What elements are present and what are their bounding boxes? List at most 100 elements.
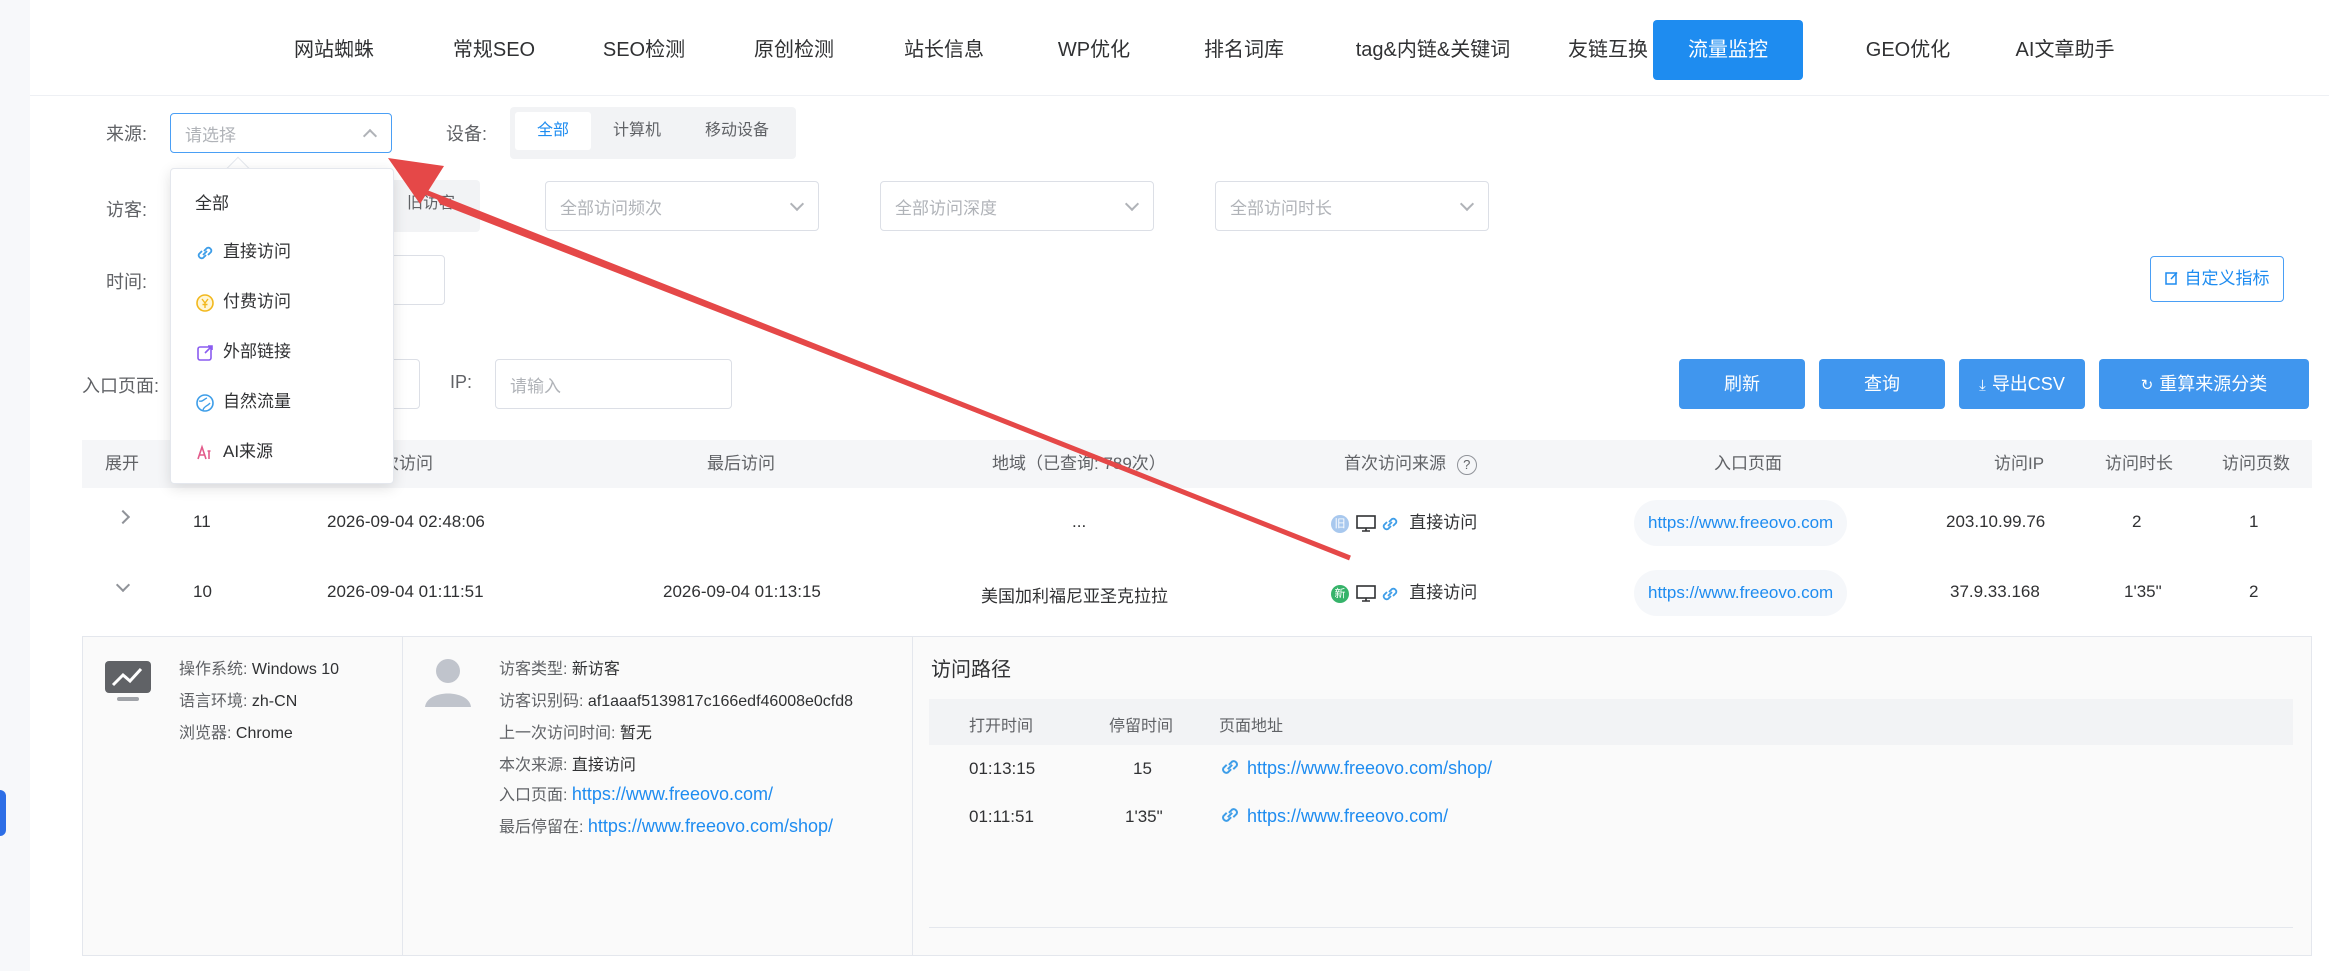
table-header: 展开 次访问 最后访问 地域（已查询: 789次） 首次访问来源 ? 入口页面 … <box>82 440 2312 488</box>
refresh-icon: ↻ <box>2140 377 2154 394</box>
depth-select[interactable]: 全部访问深度 <box>880 181 1154 231</box>
left-sidebar-strip <box>0 0 30 971</box>
entry-page-link[interactable]: https://www.freeovo.com <box>1634 500 1848 546</box>
nav-spider[interactable]: 网站蜘蛛 <box>266 20 402 80</box>
custom-metric-button[interactable]: 自定义指标 <box>2150 256 2284 302</box>
path-stay: 1'35" <box>1125 807 1163 826</box>
query-button[interactable]: 查询 <box>1819 359 1945 409</box>
path-url-link[interactable]: https://www.freeovo.com/ <box>1247 806 1448 827</box>
top-nav: 网站蜘蛛 常规SEO SEO检测 原创检测 站长信息 WP优化 排名词库 tag… <box>30 0 2329 96</box>
help-icon[interactable]: ? <box>1456 454 1477 475</box>
source-select[interactable]: 请选择 <box>170 113 392 153</box>
last-visit-time: 上一次访问时间: 暂无 <box>499 725 652 742</box>
row-region: 美国加利福尼亚圣克拉拉 <box>981 587 1168 606</box>
th-entry-page: 入口页面 <box>1714 454 1782 473</box>
th-first-source-label: 首次访问来源 <box>1344 454 1446 473</box>
row-first-visit: 2026-09-04 02:48:06 <box>327 512 485 531</box>
duration-select[interactable]: 全部访问时长 <box>1215 181 1489 231</box>
nav-rank[interactable]: 排名词库 <box>1176 20 1312 80</box>
detail-entry-link[interactable]: https://www.freeovo.com/ <box>572 784 773 804</box>
chevron-up-icon <box>362 128 378 144</box>
collapse-chevron-icon[interactable] <box>115 577 131 593</box>
entry-page-link[interactable]: https://www.freeovo.com <box>1634 570 1848 616</box>
path-row: 01:13:15 15 https://www.freeovo.com/shop… <box>929 745 2293 793</box>
os-info: 操作系统: Windows 10 <box>179 661 340 678</box>
nav-traffic-monitor[interactable]: 流量监控 <box>1653 20 1803 80</box>
visitor-old[interactable]: 旧访客 <box>387 185 475 223</box>
sidebar-toggle[interactable] <box>0 790 6 836</box>
path-url-link[interactable]: https://www.freeovo.com/shop/ <box>1247 758 1492 779</box>
path-row: 01:11:51 1'35" https://www.freeovo.com/ <box>929 793 2293 841</box>
path-th-open-time: 打开时间 <box>969 718 1034 735</box>
detail-last-stay-link[interactable]: https://www.freeovo.com/shop/ <box>588 816 833 836</box>
device-mobile[interactable]: 移动设备 <box>683 112 791 150</box>
path-divider <box>929 927 2293 928</box>
link-icon <box>197 246 213 259</box>
monitor-icon <box>1355 514 1376 532</box>
th-ip: 访问IP <box>1994 454 2045 473</box>
source-text: 直接访问 <box>1409 583 1478 602</box>
source-label: 来源: <box>106 124 148 144</box>
refresh-button[interactable]: 刷新 <box>1679 359 1805 409</box>
row-ip: 203.10.99.76 <box>1946 512 2046 531</box>
nav-seo-check[interactable]: SEO检测 <box>576 20 712 80</box>
export-label: 导出CSV <box>1991 374 2065 394</box>
dd-item-all[interactable]: 全部 <box>171 181 393 227</box>
device-info-col: 操作系统: Windows 10 语言环境: zh-CN 浏览器: Chrome <box>83 637 403 955</box>
monitor-chart-icon <box>105 661 151 701</box>
nav-geo[interactable]: GEO优化 <box>1840 20 1976 80</box>
monitor-icon <box>1355 584 1376 602</box>
visitor-label: 访客: <box>106 200 148 220</box>
ip-input[interactable]: 请输入 <box>495 359 732 409</box>
detail-entry-page: 入口页面: https://www.freeovo.com/ <box>499 784 773 804</box>
device-all[interactable]: 全部 <box>515 112 592 150</box>
row-duration: 1'35" <box>2124 582 2162 601</box>
dd-item-external[interactable]: 外部链接 <box>171 329 393 375</box>
nav-original-check[interactable]: 原创检测 <box>726 20 862 80</box>
row-detail-panel: 操作系统: Windows 10 语言环境: zh-CN 浏览器: Chrome… <box>82 636 2312 956</box>
dd-label: 自然流量 <box>223 392 291 411</box>
row-id: 10 <box>193 582 212 601</box>
ai-icon <box>197 443 211 459</box>
path-stay: 15 <box>1133 759 1152 778</box>
path-th-stay: 停留时间 <box>1109 718 1174 735</box>
frequency-select[interactable]: 全部访问频次 <box>545 181 819 231</box>
visitor-type: 访客类型: 新访客 <box>499 661 620 678</box>
export-csv-button[interactable]: ⤓ 导出CSV <box>1959 359 2085 409</box>
nav-seo[interactable]: 常规SEO <box>426 20 562 80</box>
table-row[interactable]: 11 2026-09-04 02:48:06 ... 旧 直接访问 https:… <box>82 488 2312 558</box>
dd-item-ai[interactable]: AI来源 <box>171 429 393 475</box>
chevron-down-icon <box>1124 196 1140 212</box>
source-dropdown: 全部 直接访问 付费访问 外部链接 自然流量 AI来源 <box>170 168 394 484</box>
download-icon: ⤓ <box>1979 377 1986 394</box>
depth-placeholder: 全部访问深度 <box>895 198 997 218</box>
row-last-visit: 2026-09-04 01:13:15 <box>663 582 821 601</box>
device-computer[interactable]: 计算机 <box>591 112 683 150</box>
visitor-id: 访客识别码: af1aaaf5139817c166edf46008e0cfd8 <box>499 693 854 710</box>
reclassify-button[interactable]: ↻ 重算来源分类 <box>2099 359 2309 409</box>
edit-icon <box>2164 271 2178 285</box>
row-pages: 1 <box>2249 512 2259 531</box>
ip-placeholder: 请输入 <box>510 376 561 396</box>
link-icon <box>1222 808 1238 822</box>
nav-wp[interactable]: WP优化 <box>1026 20 1162 80</box>
dd-label: AI来源 <box>223 442 274 461</box>
nav-ai-writer[interactable]: AI文章助手 <box>1980 20 2150 80</box>
row-source: 新 直接访问 <box>1331 578 1477 603</box>
th-region: 地域（已查询: 789次） <box>992 454 1166 473</box>
custom-metric-label: 自定义指标 <box>2184 269 2270 288</box>
nav-tag[interactable]: tag&内链&关键词 <box>1320 20 1546 80</box>
dd-item-direct[interactable]: 直接访问 <box>171 229 393 275</box>
external-link-icon <box>197 344 213 361</box>
path-time: 01:11:51 <box>969 807 1034 826</box>
lang-info: 语言环境: zh-CN <box>179 693 298 710</box>
dd-item-organic[interactable]: 自然流量 <box>171 379 393 425</box>
link-icon <box>1222 760 1238 774</box>
expand-chevron-icon[interactable] <box>115 509 131 525</box>
frequency-placeholder: 全部访问频次 <box>560 198 662 218</box>
path-table-header: 打开时间 停留时间 页面地址 <box>929 699 2293 745</box>
nav-webmaster[interactable]: 站长信息 <box>876 20 1012 80</box>
table-row[interactable]: 10 2026-09-04 01:11:51 2026-09-04 01:13:… <box>82 558 2312 628</box>
dd-item-paid[interactable]: 付费访问 <box>171 279 393 325</box>
row-first-visit: 2026-09-04 01:11:51 <box>327 582 484 601</box>
